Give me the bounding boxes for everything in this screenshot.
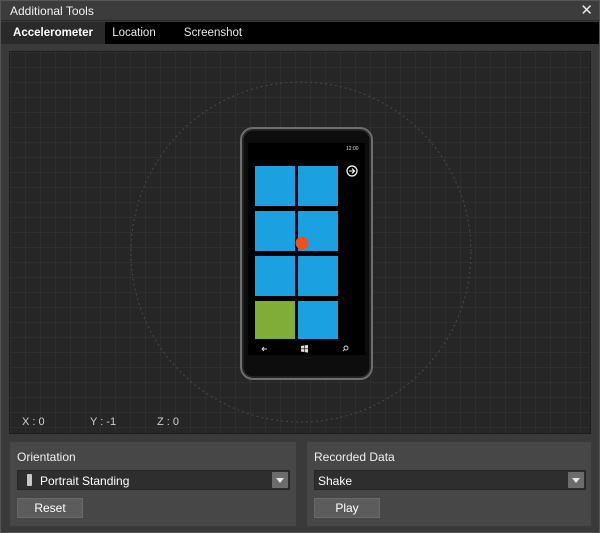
phone-clock: 12:00 bbox=[346, 146, 359, 152]
orientation-selected: Portrait Standing bbox=[40, 474, 130, 488]
close-icon[interactable]: ✕ bbox=[580, 2, 593, 20]
additional-tools-window: Additional Tools ✕ Accelerometer Locatio… bbox=[0, 0, 600, 533]
x-readout: X : 0 bbox=[22, 416, 45, 428]
tab-accelerometer[interactable]: Accelerometer bbox=[1, 22, 105, 44]
chevron-down-icon[interactable] bbox=[568, 472, 584, 488]
chevron-down-icon[interactable] bbox=[272, 472, 288, 488]
accelerometer-dot[interactable] bbox=[295, 236, 309, 250]
phone-tile bbox=[255, 211, 295, 251]
window-title: Additional Tools bbox=[10, 4, 94, 18]
phone-tile bbox=[255, 256, 295, 296]
phone-tile bbox=[255, 166, 295, 206]
tab-screenshot[interactable]: Screenshot bbox=[173, 22, 253, 44]
title-bar: Additional Tools ✕ bbox=[1, 1, 599, 21]
recorded-data-panel: Recorded Data Shake Play bbox=[306, 441, 592, 527]
phone-tile-green bbox=[255, 301, 295, 339]
orientation-heading: Orientation bbox=[17, 450, 76, 464]
phone-model[interactable]: 12:00 bbox=[240, 127, 373, 380]
tab-bar: Accelerometer Location Screenshot bbox=[1, 22, 599, 44]
recorded-data-selected: Shake bbox=[318, 474, 353, 488]
recorded-data-dropdown[interactable]: Shake bbox=[314, 470, 586, 490]
phone-portrait-icon bbox=[27, 474, 32, 486]
tab-location[interactable]: Location bbox=[105, 22, 163, 44]
phone-tile bbox=[298, 256, 338, 296]
z-readout: Z : 0 bbox=[157, 416, 180, 428]
phone-tile bbox=[298, 166, 338, 206]
accelerometer-viewport[interactable]: 12:00 X : 0 Y: -1 Z: 0 bbox=[9, 51, 591, 434]
play-button[interactable]: Play bbox=[314, 498, 380, 518]
phone-tile bbox=[298, 301, 338, 339]
y-readout: Y : -1 bbox=[90, 416, 117, 428]
orientation-dropdown[interactable]: Portrait Standing bbox=[17, 470, 290, 490]
recorded-data-heading: Recorded Data bbox=[314, 450, 395, 464]
reset-button[interactable]: Reset bbox=[17, 498, 83, 518]
orientation-panel: Orientation Portrait Standing Reset bbox=[9, 441, 297, 527]
